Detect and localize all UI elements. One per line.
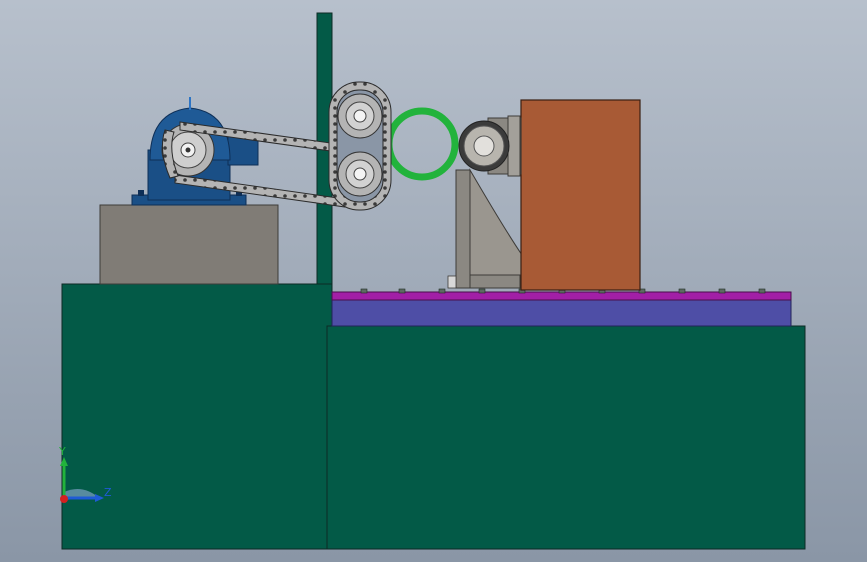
left-base-cabinet[interactable] xyxy=(61,283,333,550)
right-base-cabinet[interactable] xyxy=(326,325,806,550)
z-axis-label: Z xyxy=(104,486,112,499)
assembly-drawing: Y Z xyxy=(0,0,867,562)
motor-platform[interactable] xyxy=(99,204,279,285)
lower-sprocket[interactable] xyxy=(337,151,383,197)
clamp-block[interactable] xyxy=(520,99,641,291)
upper-sprocket[interactable] xyxy=(337,93,383,139)
work-table[interactable] xyxy=(331,298,792,327)
y-axis-label: Y xyxy=(58,445,66,458)
cad-viewport[interactable]: Y Z xyxy=(0,0,867,562)
